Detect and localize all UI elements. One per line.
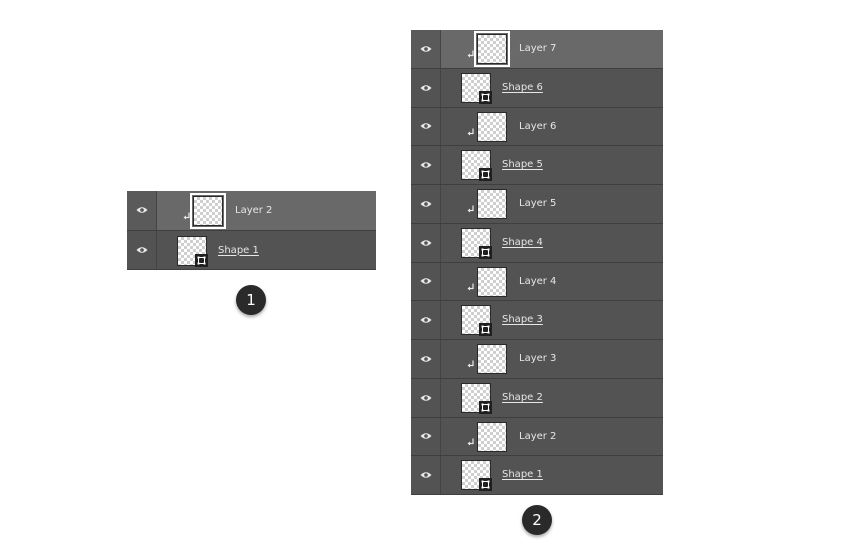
eye-icon	[420, 45, 432, 53]
layer-thumbnail[interactable]	[477, 421, 507, 452]
shape-thumbnail[interactable]	[461, 227, 492, 259]
eye-icon	[136, 246, 148, 254]
layer-row[interactable]: Layer 4	[411, 262, 663, 302]
layer-row[interactable]: Shape 6	[411, 68, 663, 108]
layer-thumbnail[interactable]	[477, 111, 507, 142]
layer-row[interactable]: Shape 5	[411, 146, 663, 185]
eye-icon	[420, 277, 432, 285]
shape-thumbnail[interactable]	[461, 305, 492, 337]
visibility-toggle[interactable]	[411, 417, 441, 456]
vector-mask-icon	[195, 253, 208, 267]
layer-name[interactable]: Shape 4	[502, 237, 543, 249]
layers-panel-1: Layer 2 Shape 1	[127, 191, 376, 270]
eye-icon	[420, 432, 432, 440]
layer-thumbnail[interactable]	[477, 266, 507, 297]
clipping-mask-arrow-icon	[467, 199, 475, 213]
layer-name[interactable]: Layer 5	[519, 198, 556, 210]
vector-mask-icon	[479, 245, 492, 259]
clipping-mask-arrow-icon	[467, 122, 475, 135]
visibility-toggle[interactable]	[411, 30, 441, 68]
visibility-toggle[interactable]	[411, 185, 441, 223]
shape-thumbnail[interactable]	[461, 150, 492, 182]
eye-icon	[420, 161, 432, 169]
layer-row[interactable]: Layer 2	[127, 191, 376, 231]
layer-name[interactable]: Shape 1	[218, 245, 259, 257]
layer-thumbnail[interactable]	[190, 193, 226, 229]
visibility-toggle[interactable]	[411, 262, 441, 301]
layer-thumbnail[interactable]	[477, 344, 507, 374]
eye-icon	[136, 206, 148, 214]
layer-row[interactable]: Shape 3	[411, 301, 663, 340]
layer-name[interactable]: Shape 5	[502, 159, 543, 171]
layer-row[interactable]: Layer 5	[411, 185, 663, 224]
eye-icon	[420, 239, 432, 247]
visibility-toggle[interactable]	[411, 223, 441, 262]
layer-row[interactable]: Layer 6	[411, 107, 663, 147]
layer-name[interactable]: Layer 2	[519, 431, 556, 443]
clipping-mask-arrow-icon	[467, 44, 475, 58]
layer-row[interactable]: Shape 4	[411, 223, 663, 263]
layer-name[interactable]: Layer 3	[519, 353, 556, 365]
eye-icon	[420, 84, 432, 92]
vector-mask-icon	[479, 323, 492, 337]
visibility-toggle[interactable]	[411, 301, 441, 339]
step-badge-2: 2	[522, 505, 552, 535]
eye-icon	[420, 394, 432, 402]
clipping-mask-arrow-icon	[467, 277, 475, 290]
layer-thumbnail[interactable]	[474, 31, 510, 67]
step-badge-1: 1	[236, 285, 266, 315]
clipping-mask-arrow-icon	[467, 354, 475, 368]
layer-name[interactable]: Layer 7	[519, 43, 556, 55]
shape-thumbnail[interactable]	[461, 72, 492, 104]
layer-row[interactable]: Shape 2	[411, 378, 663, 418]
eye-icon	[420, 200, 432, 208]
layer-name[interactable]: Layer 4	[519, 276, 556, 288]
layer-name[interactable]: Shape 2	[502, 392, 543, 404]
shape-thumbnail[interactable]	[461, 382, 492, 414]
layer-row[interactable]: Shape 1	[411, 456, 663, 495]
eye-icon	[420, 122, 432, 130]
visibility-toggle[interactable]	[411, 68, 441, 107]
layer-name[interactable]: Layer 6	[519, 121, 556, 133]
layer-row[interactable]: Layer 2	[411, 417, 663, 457]
visibility-toggle[interactable]	[411, 107, 441, 146]
eye-icon	[420, 355, 432, 363]
vector-mask-icon	[479, 400, 492, 414]
layer-row[interactable]: Layer 3	[411, 340, 663, 379]
visibility-toggle[interactable]	[411, 456, 441, 494]
vector-mask-icon	[479, 168, 492, 182]
layer-name[interactable]: Layer 2	[235, 205, 272, 217]
layer-row[interactable]: Shape 1	[127, 230, 376, 270]
vector-mask-icon	[479, 478, 492, 492]
stage: Layer 2 Shape 1 1 Layer 7 Shape 6 Layer 6 Sh…	[0, 0, 850, 550]
layer-thumbnail[interactable]	[477, 189, 507, 219]
vector-mask-icon	[479, 90, 492, 104]
visibility-toggle[interactable]	[411, 340, 441, 378]
visibility-toggle[interactable]	[127, 230, 157, 269]
eye-icon	[420, 316, 432, 324]
clipping-mask-arrow-icon	[467, 432, 475, 445]
layers-panel-2: Layer 7 Shape 6 Layer 6 Shape 5 Layer 5 Shape…	[411, 30, 663, 495]
layer-row[interactable]: Layer 7	[411, 30, 663, 69]
layer-name[interactable]: Shape 6	[502, 82, 543, 94]
visibility-toggle[interactable]	[411, 146, 441, 184]
shape-thumbnail[interactable]	[177, 235, 208, 267]
eye-icon	[420, 471, 432, 479]
clipping-mask-arrow-icon	[183, 206, 191, 220]
visibility-toggle[interactable]	[411, 378, 441, 417]
layer-name[interactable]: Shape 1	[502, 469, 543, 481]
layer-name[interactable]: Shape 3	[502, 314, 543, 326]
visibility-toggle[interactable]	[127, 191, 157, 230]
shape-thumbnail[interactable]	[461, 460, 492, 492]
